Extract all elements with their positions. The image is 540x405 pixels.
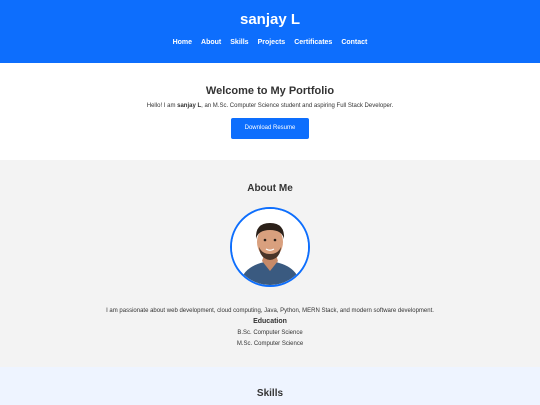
about-title: About Me <box>247 183 293 194</box>
profile-photo <box>230 207 310 287</box>
hero-intro: Hello! I am sanjay L, an M.Sc. Computer … <box>0 102 540 110</box>
hero-title: Welcome to My Portfolio <box>205 85 335 97</box>
nav-projects[interactable]: Projects <box>258 38 286 48</box>
intro-name: sanjay L <box>177 103 202 109</box>
site-title: sanjay L <box>239 11 301 28</box>
hero-section: Welcome to My Portfolio Hello! I am sanj… <box>0 63 540 160</box>
profile-photo-illustration <box>232 209 308 285</box>
main-nav: Home About Skills Projects Certificates … <box>0 38 540 48</box>
skills-title: Skills <box>256 388 284 399</box>
education-item-bsc: B.Sc. Computer Science <box>237 330 303 336</box>
site-header: sanjay L Home About Skills Projects Cert… <box>0 0 540 63</box>
education-item-msc: M.Sc. Computer Science <box>236 341 304 347</box>
nav-home[interactable]: Home <box>173 38 192 48</box>
skills-section: Skills <box>0 367 540 405</box>
nav-certificates[interactable]: Certificates <box>294 38 332 48</box>
about-section: About Me I am passionate about web devel… <box>0 160 540 367</box>
nav-skills[interactable]: Skills <box>230 38 248 48</box>
education-title: Education <box>253 318 287 325</box>
nav-contact[interactable]: Contact <box>341 38 367 48</box>
intro-text-end: , an M.Sc. Computer Science student and … <box>201 103 394 109</box>
intro-text-start: Hello! I am <box>146 103 178 109</box>
about-description: I am passionate about web development, c… <box>106 308 434 314</box>
nav-about[interactable]: About <box>201 38 221 48</box>
download-resume-button[interactable]: Download Resume <box>231 118 309 139</box>
